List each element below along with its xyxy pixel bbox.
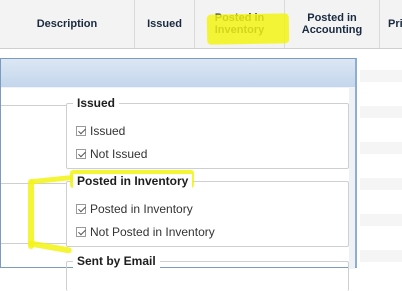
grid-header: Description Issued Posted in Inventory P… (0, 0, 402, 49)
filter-option-issued[interactable]: Issued (76, 124, 125, 138)
checkbox-checked-icon[interactable] (76, 204, 86, 214)
grid-row (360, 214, 402, 226)
filter-group-title: Issued (73, 96, 120, 110)
column-header-price[interactable]: Pri (380, 0, 402, 48)
grid-row (360, 142, 402, 154)
filter-option-not-posted-in-inventory[interactable]: Not Posted in Inventory (76, 225, 215, 239)
column-header-issued[interactable]: Issued (135, 0, 195, 48)
grid-row (360, 70, 402, 82)
column-header-label: Posted in Inventory (214, 12, 265, 36)
column-header-description[interactable]: Description (0, 0, 135, 48)
filter-option-label: Not Posted in Inventory (90, 225, 215, 239)
column-header-label: Description (36, 18, 98, 30)
grid-row (360, 106, 402, 118)
divider (1, 243, 66, 244)
checkbox-checked-icon[interactable] (76, 227, 86, 237)
filter-group-issued: Issued Issued Not Issued (66, 96, 349, 169)
filter-option-not-issued[interactable]: Not Issued (76, 147, 147, 161)
grid-row (360, 250, 402, 262)
filter-option-posted-in-inventory[interactable]: Posted in Inventory (76, 202, 193, 216)
filter-group-title: Posted in Inventory (73, 174, 193, 188)
grid-row (360, 178, 402, 190)
filter-group-posted-in-inventory: Posted in Inventory Posted in Inventory … (66, 174, 349, 247)
panel-title-bar[interactable] (1, 59, 355, 88)
filter-option-label: Posted in Inventory (90, 202, 193, 216)
divider (1, 105, 66, 106)
panel-scrollbar[interactable] (349, 88, 355, 269)
filter-panel: Issued Issued Not Issued Posted in Inven… (0, 58, 357, 291)
column-header-posted-in-inventory[interactable]: Posted in Inventory (195, 0, 285, 48)
divider (1, 183, 66, 184)
checkbox-checked-icon[interactable] (76, 126, 86, 136)
filter-option-label: Not Issued (90, 147, 148, 161)
column-header-label: Issued (147, 18, 182, 30)
filter-option-label: Issued (90, 124, 126, 138)
column-header-label: Posted in Accounting (301, 12, 363, 36)
column-header-posted-in-accounting[interactable]: Posted in Accounting (285, 0, 380, 48)
column-header-label: Pri (388, 18, 402, 30)
checkbox-checked-icon[interactable] (76, 149, 86, 159)
divider (1, 87, 355, 88)
